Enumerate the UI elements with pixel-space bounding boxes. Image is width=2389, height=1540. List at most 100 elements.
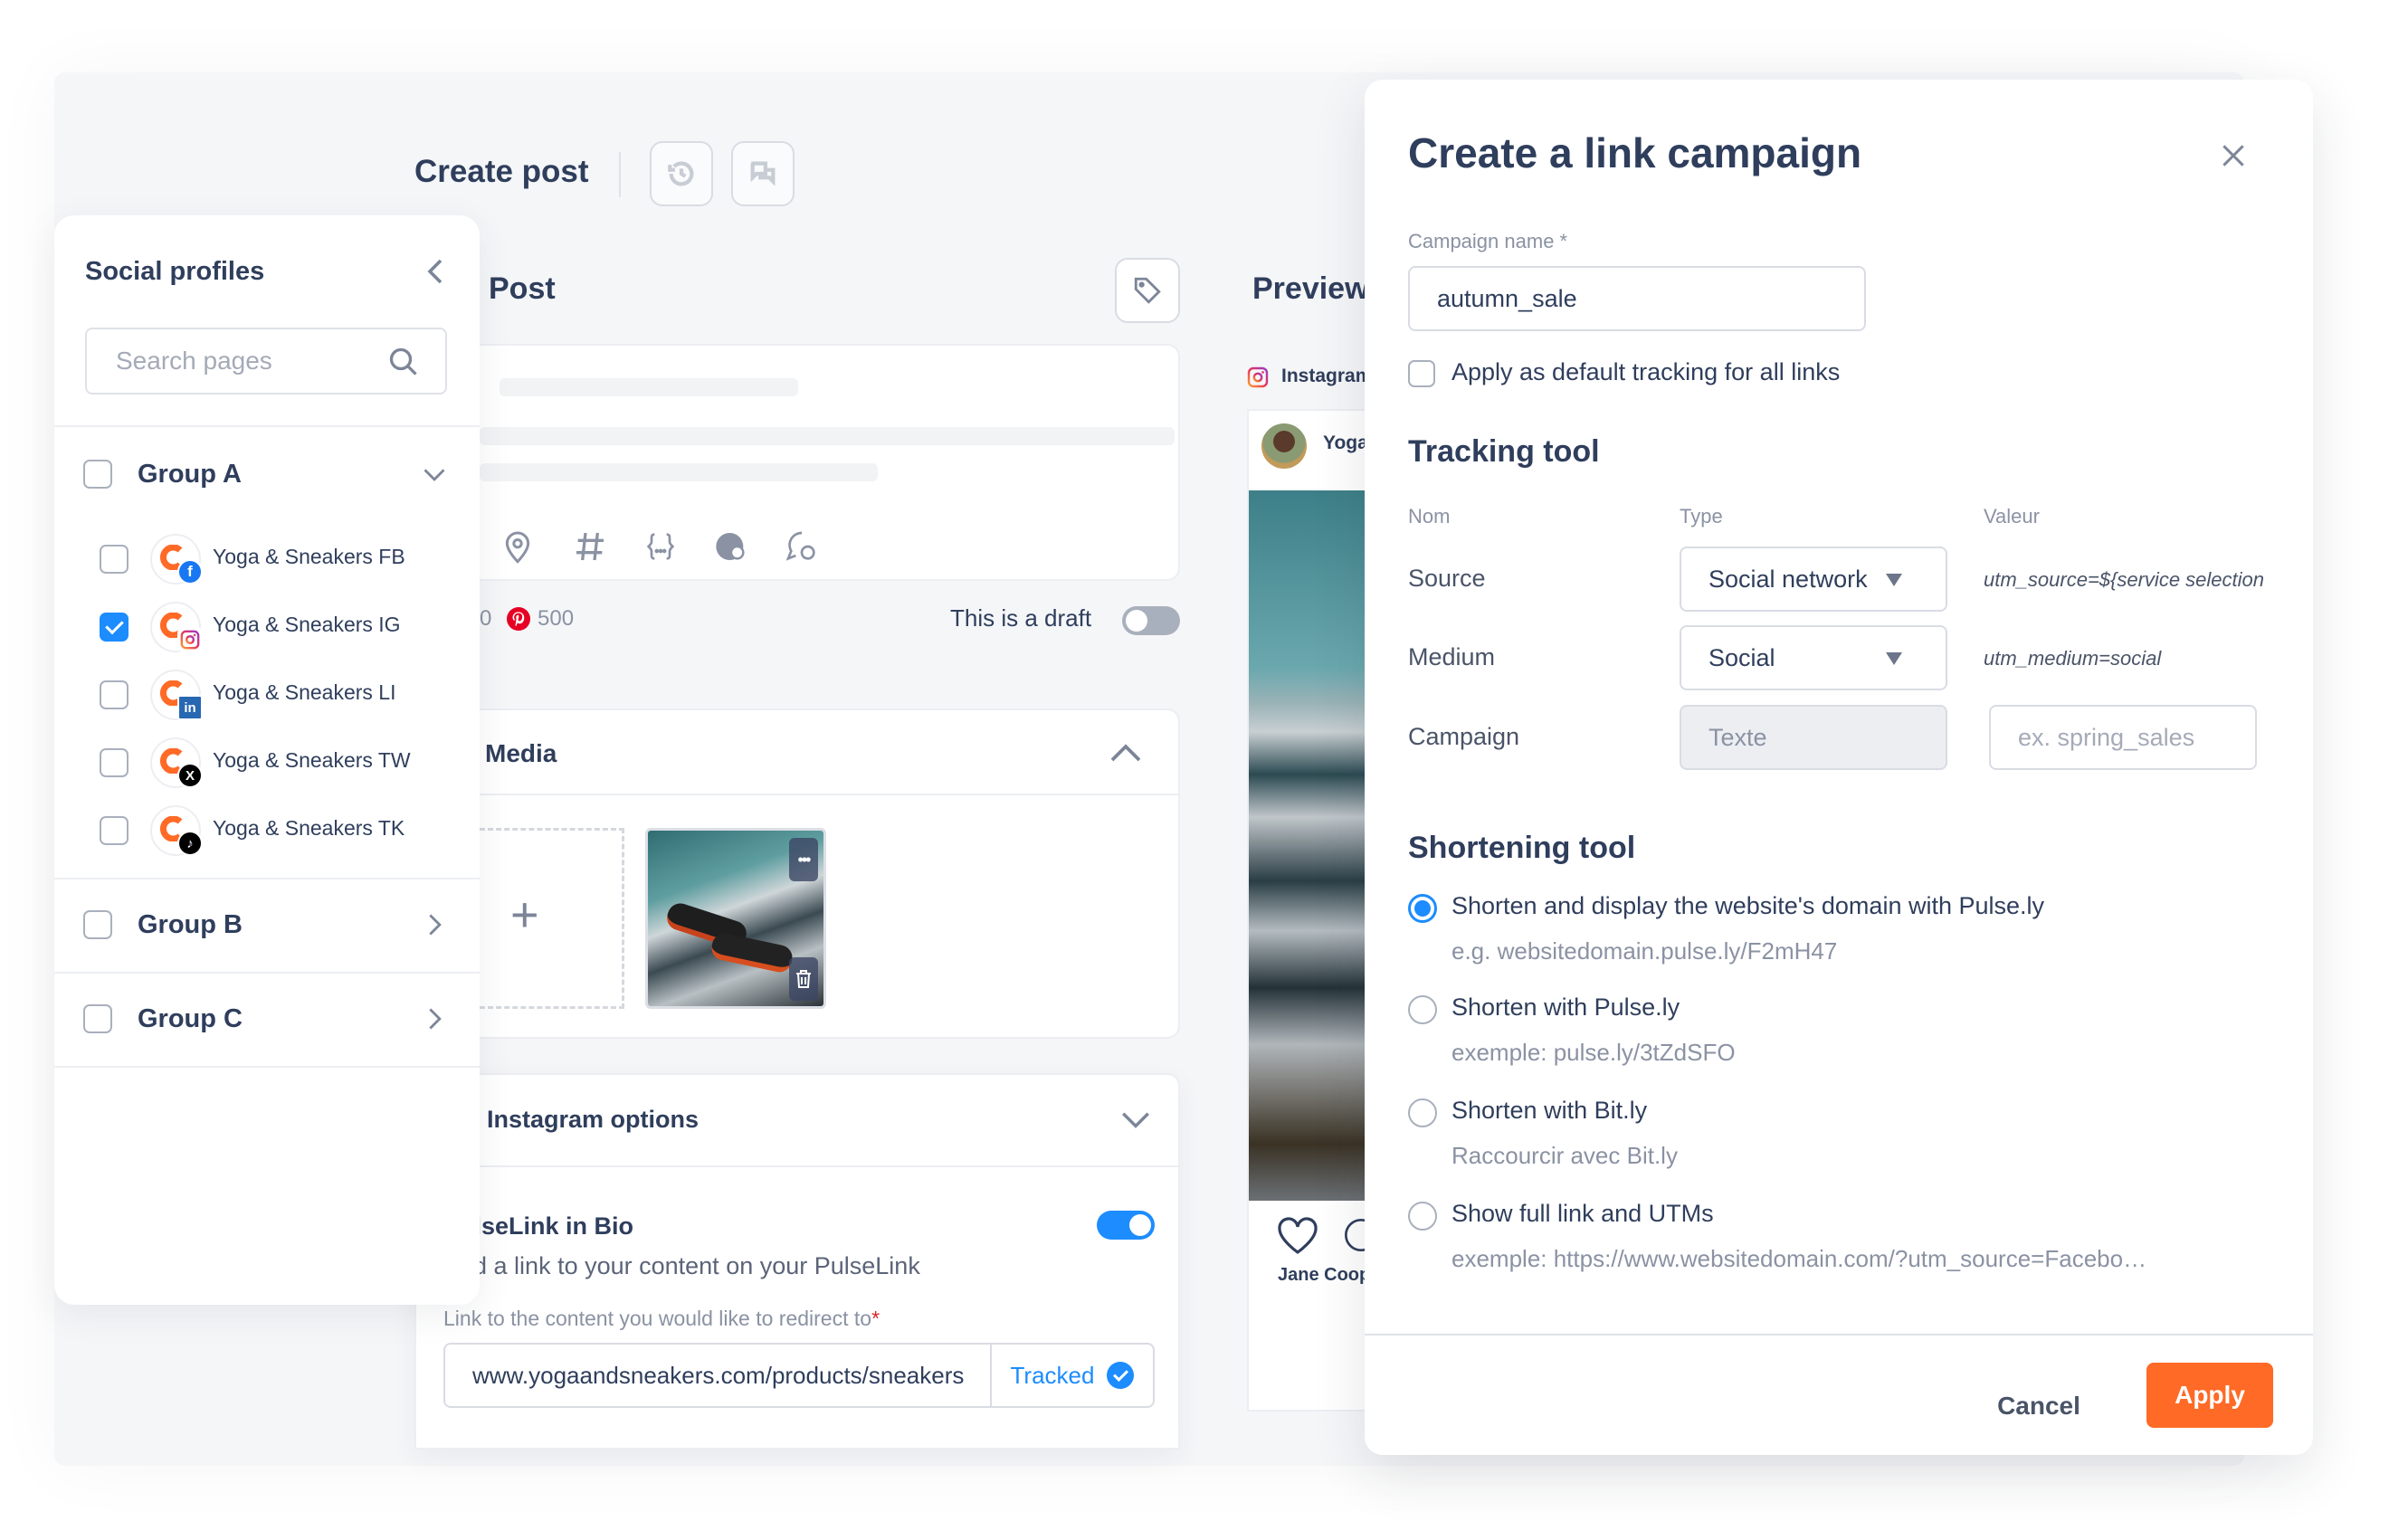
instagram-options-card: Instagram options PulseLink in Bio Add a… bbox=[414, 1073, 1180, 1450]
required-mark: * bbox=[871, 1307, 880, 1330]
cancel-button[interactable]: Cancel bbox=[1971, 1374, 2107, 1439]
avatar bbox=[150, 602, 203, 652]
pinterest-icon bbox=[507, 607, 530, 631]
profile-label: Yoga & Sneakers TK bbox=[213, 816, 405, 840]
trash-icon bbox=[796, 970, 811, 988]
group-c-row[interactable]: Group C bbox=[54, 974, 480, 1064]
link-campaign-modal: Create a link campaign Campaign name * A… bbox=[1365, 80, 2313, 1455]
profile-checkbox[interactable] bbox=[100, 680, 128, 709]
profile-row[interactable]: Yoga & Sneakers IG bbox=[54, 602, 480, 665]
comments-button[interactable] bbox=[731, 141, 795, 206]
avatar: X bbox=[150, 737, 203, 788]
group-a-checkbox[interactable] bbox=[83, 460, 112, 489]
apply-button[interactable]: Apply bbox=[2146, 1363, 2273, 1428]
comment-icon[interactable] bbox=[784, 528, 820, 565]
panel-divider bbox=[54, 425, 480, 427]
instagram-options-title: Instagram options bbox=[487, 1106, 700, 1133]
close-icon[interactable] bbox=[2219, 141, 2248, 170]
media-title: Media bbox=[485, 739, 557, 767]
group-b-row[interactable]: Group B bbox=[54, 879, 480, 970]
chevron-right-icon[interactable] bbox=[422, 912, 447, 937]
profile-checkbox[interactable] bbox=[100, 816, 128, 845]
link-input[interactable]: www.yogaandsneakers.com/products/sneaker… bbox=[443, 1343, 1155, 1408]
group-a-row[interactable]: Group A bbox=[54, 429, 480, 519]
ig-divider bbox=[416, 1165, 1178, 1167]
char-count-partial: 0 bbox=[480, 606, 492, 631]
column-header-name: Nom bbox=[1408, 505, 1451, 528]
profile-checkbox[interactable] bbox=[100, 748, 128, 777]
campaign-name-input[interactable] bbox=[1408, 266, 1866, 331]
modal-footer-divider bbox=[1365, 1334, 2313, 1336]
profile-row[interactable]: in Yoga & Sneakers LI bbox=[54, 670, 480, 733]
chevron-right-icon[interactable] bbox=[422, 1006, 447, 1031]
profile-label: Yoga & Sneakers TW bbox=[213, 748, 411, 772]
modal-title: Create a link campaign bbox=[1408, 129, 1862, 176]
full-link-radio[interactable] bbox=[1408, 1202, 1437, 1231]
post-text-editor[interactable] bbox=[480, 344, 1180, 581]
chevron-left-icon[interactable] bbox=[422, 255, 449, 288]
social-profiles-title: Social profiles bbox=[85, 257, 265, 286]
toggle-knob bbox=[1126, 610, 1147, 632]
media-thumbnail[interactable]: ••• bbox=[645, 828, 826, 1009]
header-divider bbox=[619, 152, 621, 197]
medium-utm-value: utm_medium=social bbox=[1984, 647, 2162, 670]
hashtag-icon[interactable] bbox=[572, 528, 608, 565]
shorten-domain-radio[interactable] bbox=[1408, 894, 1437, 923]
shortening-tool-title: Shortening tool bbox=[1408, 831, 1636, 865]
text-skeleton-line bbox=[480, 463, 878, 481]
column-header-value: Valeur bbox=[1984, 505, 2040, 528]
profile-row[interactable]: X Yoga & Sneakers TW bbox=[54, 737, 480, 801]
source-utm-value: utm_source=${service selection bbox=[1984, 568, 2264, 591]
profile-label: Yoga & Sneakers IG bbox=[213, 613, 401, 636]
tracked-badge[interactable]: Tracked bbox=[990, 1345, 1153, 1406]
dropdown-arrow-icon bbox=[1886, 574, 1902, 586]
profile-label: Yoga & Sneakers FB bbox=[213, 545, 405, 568]
add-media-button[interactable]: + bbox=[480, 828, 624, 1009]
delete-media-button[interactable] bbox=[789, 957, 818, 1001]
variables-icon[interactable] bbox=[642, 528, 679, 565]
tag-icon bbox=[1134, 277, 1161, 304]
column-header-type: Type bbox=[1680, 505, 1723, 528]
source-type-select[interactable]: Social network bbox=[1680, 547, 1947, 612]
plus-icon: + bbox=[510, 888, 539, 942]
shorten-pulsely-hint: exemple: pulse.ly/3tZdSFO bbox=[1451, 1039, 1736, 1066]
search-pages-input[interactable] bbox=[87, 329, 358, 393]
heart-icon[interactable] bbox=[1276, 1216, 1319, 1254]
pulselink-toggle[interactable] bbox=[1097, 1211, 1155, 1240]
link-input-value[interactable]: www.yogaandsneakers.com/products/sneaker… bbox=[472, 1362, 984, 1390]
group-b-label: Group B bbox=[138, 910, 243, 939]
shorten-pulsely-radio[interactable] bbox=[1408, 995, 1437, 1024]
shorten-bitly-radio[interactable] bbox=[1408, 1098, 1437, 1127]
profile-row[interactable]: ♪ Yoga & Sneakers TK bbox=[54, 805, 480, 869]
profile-label: Yoga & Sneakers LI bbox=[213, 680, 396, 704]
search-pages-field[interactable] bbox=[85, 328, 447, 395]
profile-row[interactable]: f Yoga & Sneakers FB bbox=[54, 534, 480, 597]
tracking-tool-title: Tracking tool bbox=[1408, 434, 1600, 469]
campaign-value-input[interactable] bbox=[1989, 705, 2257, 770]
tracked-label: Tracked bbox=[1010, 1361, 1095, 1389]
search-icon[interactable] bbox=[387, 346, 420, 378]
campaign-name-label: Campaign name * bbox=[1408, 230, 1568, 252]
group-b-checkbox[interactable] bbox=[83, 910, 112, 939]
globe-icon[interactable] bbox=[713, 528, 749, 565]
campaign-type-placeholder: Texte bbox=[1708, 724, 1767, 751]
medium-type-value: Social bbox=[1708, 644, 1775, 671]
chevron-up-icon[interactable] bbox=[1109, 741, 1142, 763]
shorten-pulsely-label: Shorten with Pulse.ly bbox=[1451, 993, 1680, 1021]
default-tracking-checkbox[interactable] bbox=[1408, 360, 1435, 387]
draft-toggle[interactable] bbox=[1122, 606, 1180, 635]
shorten-bitly-hint: Raccourcir avec Bit.ly bbox=[1451, 1142, 1678, 1169]
dropdown-arrow-icon bbox=[1886, 652, 1902, 665]
profile-checkbox[interactable] bbox=[100, 545, 128, 574]
text-skeleton-line bbox=[480, 427, 1175, 445]
chevron-down-icon[interactable] bbox=[422, 461, 447, 487]
profile-checkbox[interactable] bbox=[100, 613, 128, 642]
chevron-down-icon[interactable] bbox=[1120, 1111, 1151, 1131]
history-button[interactable] bbox=[650, 141, 713, 206]
more-options-button[interactable]: ••• bbox=[789, 838, 818, 881]
tag-button[interactable] bbox=[1115, 258, 1180, 323]
medium-type-select[interactable]: Social bbox=[1680, 625, 1947, 690]
location-icon[interactable] bbox=[500, 528, 536, 565]
group-c-checkbox[interactable] bbox=[83, 1004, 112, 1033]
pulselink-description: Add a link to your content on your Pulse… bbox=[443, 1252, 920, 1279]
